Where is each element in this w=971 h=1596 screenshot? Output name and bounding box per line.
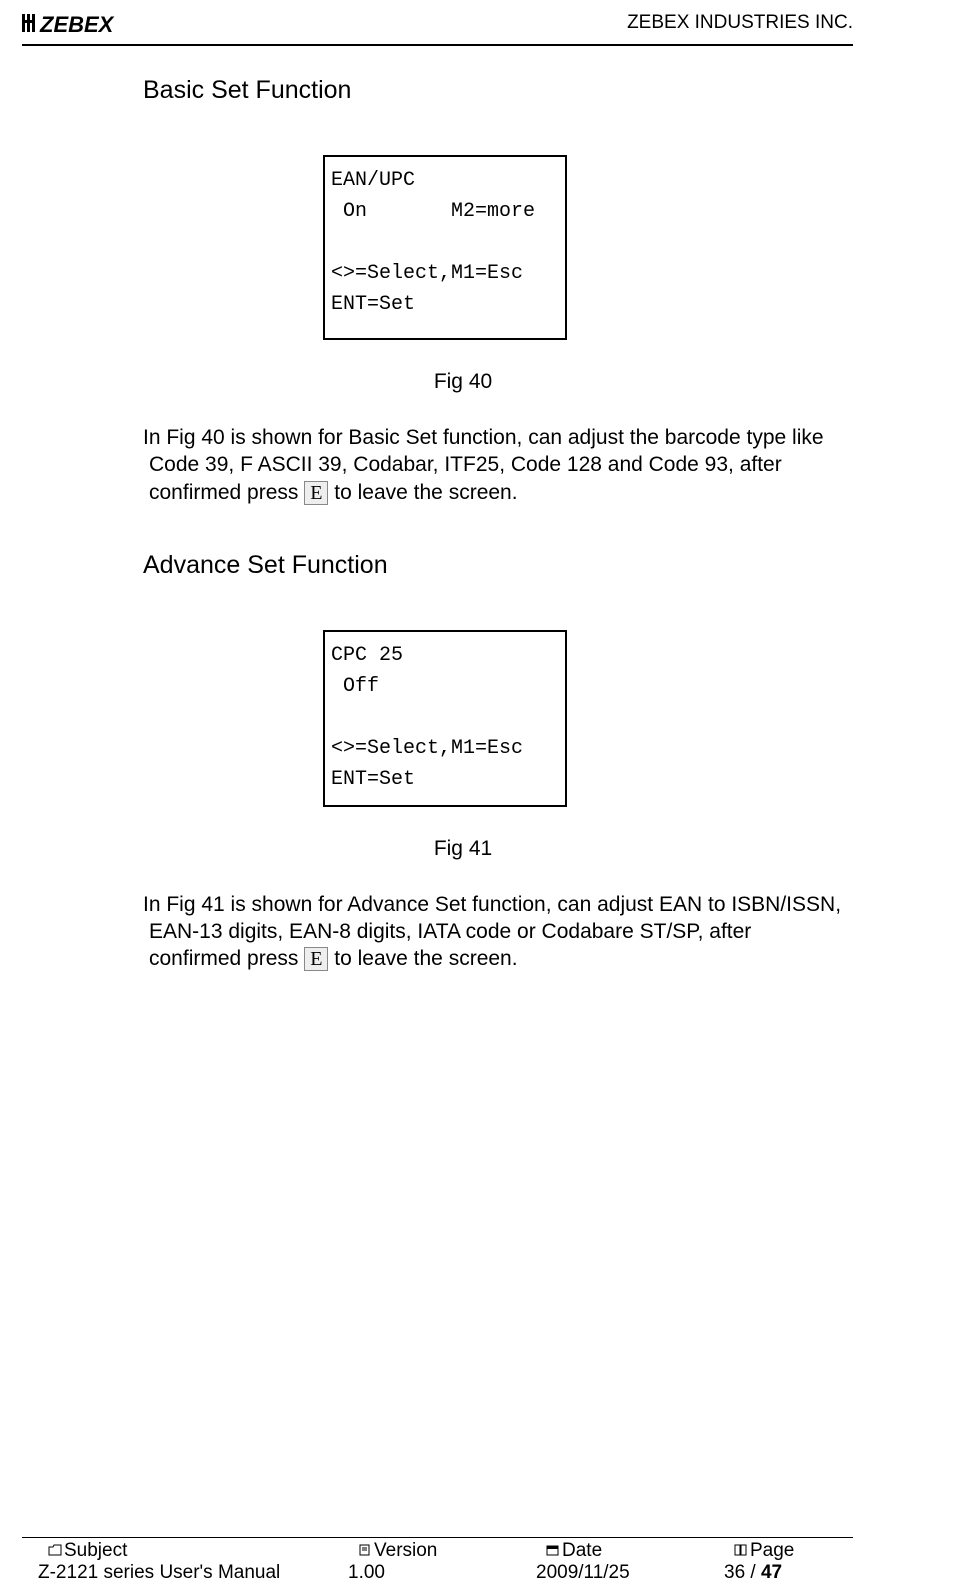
lcd-screenshot-advance: CPC 25 Off <>=Select,M1=Esc ENT=Set — [323, 630, 567, 807]
lcd-line: ENT=Set — [331, 293, 415, 316]
svg-text:ZEBEX: ZEBEX — [39, 12, 115, 36]
page-sep: / — [745, 1562, 761, 1583]
text: EAN-13 digits, EAN-8 digits, IATA code o… — [149, 920, 751, 943]
lcd-line: Off — [331, 675, 379, 698]
text: to leave the screen. — [328, 947, 517, 970]
footer-labels: Subject Version Date Page — [22, 1540, 853, 1562]
text: Code 39, F ASCII 39, Codabar, ITF25, Cod… — [143, 451, 903, 506]
text: EAN-13 digits, EAN-8 digits, IATA code o… — [143, 918, 903, 973]
text: to leave the screen. — [328, 481, 517, 504]
text: In Fig 40 is shown for Basic Set functio… — [143, 426, 824, 449]
basic-paragraph: In Fig 40 is shown for Basic Set functio… — [143, 424, 903, 506]
page-header: ZEBEX ZEBEX INDUSTRIES INC. — [0, 0, 971, 38]
text: confirmed press — [149, 947, 304, 970]
lcd-line: <>=Select,M1=Esc — [331, 737, 523, 760]
company-name: ZEBEX INDUSTRIES INC. — [627, 12, 853, 34]
zebex-logo-icon: ZEBEX — [22, 10, 142, 36]
key-e: E — [304, 947, 328, 971]
lcd-line: ENT=Set — [331, 768, 415, 791]
advance-paragraph: In Fig 41 is shown for Advance Set funct… — [143, 891, 903, 973]
doc-icon — [358, 1540, 372, 1562]
lcd-line: CPC 25 — [331, 644, 403, 667]
value-subject: Z-2121 series User's Manual — [22, 1562, 348, 1584]
text: Code 39, F ASCII 39, Codabar, ITF25, Cod… — [149, 453, 782, 476]
folder-icon — [48, 1540, 62, 1562]
page-current: 36 — [724, 1562, 745, 1583]
fig-caption-40: Fig 40 — [23, 370, 903, 394]
page-total: 47 — [761, 1562, 782, 1583]
basic-set-title: Basic Set Function — [143, 76, 903, 105]
lcd-screenshot-basic: EAN/UPC On M2=more <>=Select,M1=Esc ENT=… — [323, 155, 567, 340]
logo: ZEBEX — [22, 10, 142, 36]
book-icon — [734, 1540, 748, 1562]
label-page: Page — [750, 1540, 794, 1562]
value-date: 2009/11/25 — [536, 1562, 724, 1584]
fig-caption-41: Fig 41 — [23, 837, 903, 861]
text: confirmed press — [149, 481, 304, 504]
lcd-line: On M2=more — [331, 200, 535, 223]
page-footer: Subject Version Date Page — [22, 1537, 853, 1584]
calendar-icon — [546, 1540, 560, 1562]
label-version: Version — [374, 1540, 437, 1562]
label-date: Date — [562, 1540, 602, 1562]
text: In Fig 41 is shown for Advance Set funct… — [143, 893, 841, 916]
page-content: Basic Set Function EAN/UPC On M2=more <>… — [0, 46, 903, 973]
lcd-line: EAN/UPC — [331, 169, 415, 192]
value-version: 1.00 — [348, 1562, 536, 1584]
key-e: E — [304, 481, 328, 505]
footer-divider — [22, 1537, 853, 1538]
footer-values: Z-2121 series User's Manual 1.00 2009/11… — [22, 1562, 853, 1584]
value-page: 36 / 47 — [724, 1562, 782, 1584]
lcd-line: <>=Select,M1=Esc — [331, 262, 523, 285]
label-subject: Subject — [64, 1540, 127, 1562]
advance-set-title: Advance Set Function — [143, 551, 903, 580]
